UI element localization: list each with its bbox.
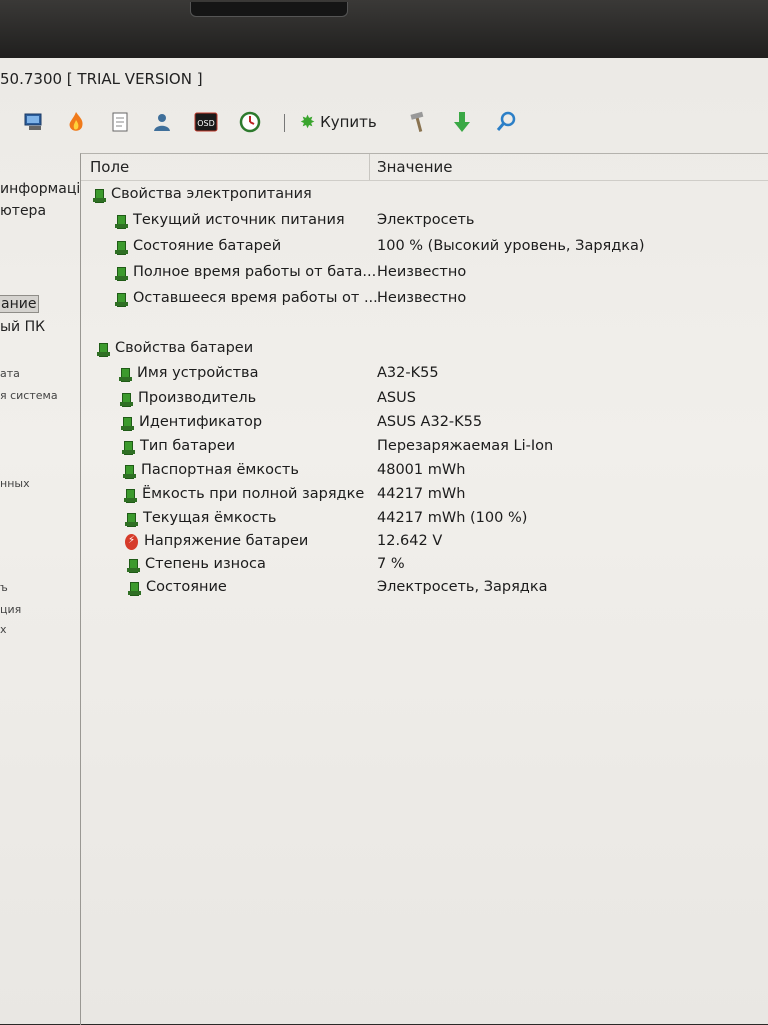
row-field: Идентификатор — [139, 414, 263, 430]
sidebar-item-power-selected[interactable]: ание — [0, 295, 40, 313]
table-row[interactable]: Текущий источник питания Электросеть — [81, 210, 768, 232]
sidebar-item-info[interactable]: информаці — [0, 181, 80, 197]
row-field: Напряжение батареи — [144, 533, 309, 549]
details-table: Поле Значение Свойства электропитания Те… — [80, 153, 768, 1025]
sidebar-item-storage[interactable]: нных — [0, 477, 30, 490]
flame-icon[interactable] — [64, 110, 88, 134]
row-value: ASUS A32-K55 — [377, 414, 483, 430]
user-icon[interactable] — [150, 110, 174, 134]
sidebar-item-motherboard[interactable]: ата — [0, 367, 20, 380]
group-label: Свойства батареи — [115, 340, 254, 356]
table-row[interactable]: Оставшееся время работы от ... Неизвестн… — [81, 288, 768, 310]
row-value: Электросеть, Зарядка — [377, 579, 548, 595]
row-field: Имя устройства — [137, 365, 259, 381]
row-field: Производитель — [138, 390, 257, 406]
report-icon[interactable] — [108, 110, 132, 134]
row-field: Текущая ёмкость — [143, 510, 277, 526]
column-header-value[interactable]: Значение — [377, 158, 453, 176]
sidebar-item-computer[interactable]: ютера — [0, 203, 46, 219]
battery-icon — [115, 265, 128, 281]
table-row[interactable]: Тип батареи Перезаряжаемая Li-Ion — [81, 436, 768, 458]
row-value: 100 % (Высокий уровень, Зарядка) — [377, 238, 645, 254]
table-row[interactable]: Полное время работы от бата... Неизвестн… — [81, 262, 768, 284]
sidebar-tree: информаці ютера ание ый ПК ата я система… — [0, 153, 80, 1024]
battery-icon — [127, 557, 140, 573]
row-value: ASUS — [377, 390, 416, 406]
battery-icon — [115, 213, 128, 229]
timer-icon[interactable] — [238, 110, 262, 134]
table-row[interactable]: Имя устройства A32-K55 — [81, 363, 768, 385]
laptop-bezel — [0, 0, 768, 62]
computer-icon[interactable] — [22, 110, 46, 134]
row-field: Полное время работы от бата... — [133, 264, 377, 280]
row-field: Текущий источник питания — [133, 212, 345, 228]
sidebar-item-8[interactable]: ция — [0, 603, 21, 616]
sidebar-item-9[interactable]: х — [0, 623, 7, 636]
row-field: Тип батареи — [140, 438, 236, 454]
table-row[interactable]: Ёмкость при полной зарядке 44217 mWh — [81, 484, 768, 506]
row-value: Неизвестно — [377, 290, 467, 306]
row-value: 12.642 V — [377, 533, 443, 549]
webcam-housing — [190, 2, 348, 17]
table-row[interactable]: Состояние Электросеть, Зарядка — [81, 577, 768, 599]
row-value: Электросеть — [377, 212, 475, 228]
battery-icon — [115, 291, 128, 307]
arrow-down-icon[interactable] — [450, 110, 474, 134]
table-row[interactable]: Текущая ёмкость 44217 mWh (100 %) — [81, 508, 768, 530]
row-value: A32-K55 — [377, 365, 439, 381]
battery-icon — [120, 391, 133, 407]
buy-label: Купить — [320, 113, 377, 131]
battery-icon — [122, 439, 135, 455]
row-value: Перезаряжаемая Li-Ion — [377, 438, 554, 454]
row-field: Ёмкость при полной зарядке — [142, 486, 365, 502]
window-title: 50.7300 [ TRIAL VERSION ] — [0, 70, 203, 88]
row-value: Неизвестно — [377, 264, 467, 280]
row-field: Паспортная ёмкость — [141, 462, 299, 478]
battery-icon — [121, 415, 134, 431]
battery-icon — [124, 487, 137, 503]
battery-icon — [93, 187, 106, 203]
table-row[interactable]: Состояние батарей 100 % (Высокий уровень… — [81, 236, 768, 258]
toolbar: OSD ✸ Купить — [0, 106, 768, 140]
row-value: 48001 mWh — [377, 462, 466, 478]
battery-icon — [97, 341, 110, 357]
battery-icon — [119, 366, 132, 382]
buy-button[interactable]: ✸ Купить — [300, 110, 377, 134]
column-divider[interactable] — [369, 154, 370, 180]
table-header: Поле Значение — [81, 154, 768, 181]
column-header-field[interactable]: Поле — [90, 158, 129, 176]
table-row[interactable]: Паспортная ёмкость 48001 mWh — [81, 460, 768, 482]
row-value: 7 % — [377, 556, 405, 572]
table-row[interactable]: Производитель ASUS — [81, 388, 768, 410]
voltage-icon: ⚡ — [125, 534, 138, 550]
battery-icon — [123, 463, 136, 479]
row-value: 44217 mWh (100 %) — [377, 510, 528, 526]
sidebar-item-7[interactable]: ъ — [0, 581, 8, 594]
star-icon: ✸ — [300, 111, 316, 133]
row-field: Состояние — [146, 579, 227, 595]
osd-icon[interactable]: OSD — [194, 110, 218, 134]
group-row-power-properties[interactable]: Свойства электропитания — [81, 184, 768, 206]
table-row[interactable]: Степень износа 7 % — [81, 554, 768, 576]
hammer-icon[interactable] — [406, 110, 430, 134]
search-icon[interactable] — [494, 110, 518, 134]
group-row-battery-properties[interactable]: Свойства батареи — [81, 338, 768, 360]
toolbar-separator — [284, 114, 285, 132]
sidebar-item-portable-pc[interactable]: ый ПК — [0, 319, 45, 335]
battery-icon — [128, 580, 141, 596]
row-field: Степень износа — [145, 556, 266, 572]
sidebar-item-os[interactable]: я система — [0, 389, 58, 402]
table-row[interactable]: ⚡ Напряжение батареи 12.642 V — [81, 531, 768, 553]
group-label: Свойства электропитания — [111, 186, 312, 202]
row-value: 44217 mWh — [377, 486, 466, 502]
osd-label: OSD — [197, 119, 215, 128]
battery-icon — [115, 239, 128, 255]
table-row[interactable]: Идентификатор ASUS A32-K55 — [81, 412, 768, 434]
app-window: 50.7300 [ TRIAL VERSION ] OSD ✸ Купить и… — [0, 58, 768, 1025]
row-field: Состояние батарей — [133, 238, 282, 254]
battery-icon — [125, 511, 138, 527]
row-field: Оставшееся время работы от ... — [133, 290, 378, 306]
